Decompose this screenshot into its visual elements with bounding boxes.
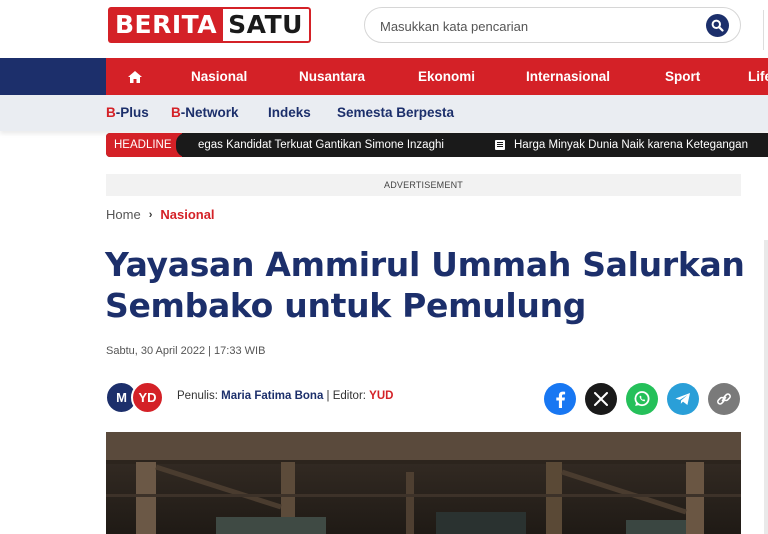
warehouse-photo	[106, 432, 741, 534]
writer-name[interactable]: Maria Fatima Bona	[221, 390, 323, 402]
logo-text-berita: BERITA	[108, 7, 224, 43]
home-icon	[128, 70, 142, 83]
editor-name[interactable]: YUD	[369, 390, 393, 402]
subnav-label: -Plus	[115, 105, 149, 120]
sub-nav: B-Plus B-Network Indeks Semesta Berpesta	[0, 95, 768, 131]
breadcrumb-current[interactable]: Nasional	[160, 207, 214, 222]
subnav-prefix: B	[106, 105, 116, 120]
nav-item-internasional[interactable]: Internasional	[526, 69, 610, 84]
ticker-item[interactable]: egas Kandidat Terkuat Gantikan Simone In…	[198, 133, 444, 157]
site-header: BERITA SATU	[0, 0, 768, 58]
ticker-item[interactable]: Harga Minyak Dunia Naik karena Keteganga…	[514, 133, 748, 157]
ticker-label: HEADLINE	[106, 133, 182, 157]
search-input[interactable]	[380, 16, 680, 36]
x-icon	[594, 392, 608, 406]
subnav-item-semesta-berpesta[interactable]: Semesta Berpesta	[337, 105, 454, 120]
editor-label: | Editor:	[323, 390, 370, 402]
share-x-button[interactable]	[585, 383, 617, 415]
writer-label: Penulis:	[177, 390, 222, 402]
nav-item-ekonomi[interactable]: Ekonomi	[418, 69, 475, 84]
facebook-icon	[556, 391, 566, 408]
divider	[763, 10, 764, 50]
share-telegram-button[interactable]	[667, 383, 699, 415]
copy-link-button[interactable]	[708, 383, 740, 415]
main-nav: Nasional Nusantara Ekonomi Internasional…	[0, 58, 768, 95]
share-facebook-button[interactable]	[544, 383, 576, 415]
whatsapp-icon	[634, 391, 650, 407]
main-nav-bar: Nasional Nusantara Ekonomi Internasional…	[106, 58, 768, 95]
subnav-label: -Network	[180, 105, 239, 120]
nav-item-sport[interactable]: Sport	[665, 69, 700, 84]
search-box	[364, 7, 741, 43]
search-button[interactable]	[706, 14, 729, 37]
nav-item-nusantara[interactable]: Nusantara	[299, 69, 365, 84]
ticker-divider	[176, 133, 188, 157]
logo-text-satu: SATU	[223, 7, 311, 43]
breadcrumb-home[interactable]: Home	[106, 207, 141, 222]
byline: Penulis: Maria Fatima Bona | Editor: YUD	[177, 390, 393, 402]
avatar-editor[interactable]: YD	[131, 381, 164, 414]
article-image	[106, 432, 741, 534]
subnav-item-bnetwork[interactable]: B-Network	[171, 105, 239, 120]
article-date: Sabtu, 30 April 2022 | 17:33 WIB	[106, 345, 266, 357]
advertisement-slot: ADVERTISEMENT	[106, 174, 741, 196]
chevron-right-icon: ›	[148, 208, 153, 221]
search-icon	[711, 19, 724, 32]
telegram-icon	[675, 393, 690, 405]
article-title: Yayasan Ammirul Ummah Salurkan Sembako u…	[105, 245, 745, 325]
subnav-item-bplus[interactable]: B-Plus	[106, 105, 149, 120]
nav-item-nasional[interactable]: Nasional	[191, 69, 247, 84]
headline-ticker: HEADLINE egas Kandidat Terkuat Gantikan …	[106, 133, 768, 157]
scrollbar-track[interactable]	[764, 240, 768, 534]
nav-home-button[interactable]	[106, 58, 164, 95]
breadcrumb: Home › Nasional	[106, 207, 215, 222]
subnav-prefix: B	[171, 105, 181, 120]
link-icon	[717, 393, 731, 405]
subnav-item-indeks[interactable]: Indeks	[268, 105, 311, 120]
share-whatsapp-button[interactable]	[626, 383, 658, 415]
site-logo[interactable]: BERITA SATU	[108, 7, 311, 43]
nav-item-lifestyle[interactable]: Lifestyle	[748, 69, 768, 84]
news-icon	[495, 140, 505, 150]
